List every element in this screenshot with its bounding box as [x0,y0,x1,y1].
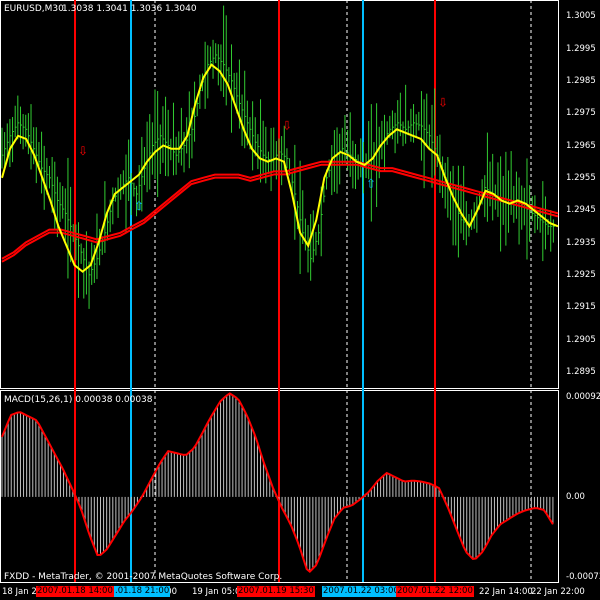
price-tick-label: 1.2895 [566,366,596,377]
ohlc-readout: 1.3038 1.3041 1.3036 1.3040 [62,4,197,14]
signal-arrow-buy-1: ⇧ [134,199,144,213]
time-marker-label: 2007.01.22 03:00 [322,586,400,597]
macd-indicator-label: MACD(15,26,1) 0.00038 0.00038 [4,395,153,405]
price-tick-label: 1.2975 [566,108,596,119]
time-marker-label: 2007.01.18 14:00 [36,586,114,597]
symbol-timeframe: EURUSD,M30 [4,4,64,14]
price-tick-label: 1.2915 [566,302,596,313]
time-marker-label: 2007.01.19 15:30 [237,586,315,597]
macd-tick-label: 0.00 [566,491,585,502]
macd-tick-label: -0.00073 [566,571,600,582]
signal-arrow-buy-3: ⇧ [366,177,376,191]
time-tick-label: 19 Jan 05:0 [192,587,241,597]
time-marker-label: 2007.01.22 12:00 [396,586,474,597]
macd-tick-label: 0.00092 [566,391,600,402]
price-tick-label: 1.2945 [566,205,596,216]
price-tick-label: 1.2965 [566,140,596,151]
price-tick-label: 1.2955 [566,172,596,183]
time-tick-label: 22 Jan 22:00 [531,587,585,597]
signal-arrow-sell-0: ⇩ [78,144,88,158]
price-tick-label: 1.2995 [566,43,596,54]
price-tick-label: 1.2905 [566,334,596,345]
signal-arrow-sell-2: ⇩ [282,118,292,132]
chart-canvas[interactable]: ⇩ ⇧ ⇩ ⇧ ⇩ [0,0,600,600]
signal-arrow-sell-4: ⇩ [438,96,448,110]
price-tick-label: 1.2935 [566,237,596,248]
price-tick-label: 1.3005 [566,11,596,22]
price-tick-label: 1.2985 [566,75,596,86]
time-marker-label: .01.18 21:00 [114,586,171,597]
time-tick-label: 22 Jan 14:00 [479,587,533,597]
copyright-footer: FXDD - MetaTrader, © 2001-2007 MetaQuote… [4,572,283,582]
time-tick-label: 18 Jan 2 [2,587,37,597]
price-tick-label: 1.2925 [566,269,596,280]
